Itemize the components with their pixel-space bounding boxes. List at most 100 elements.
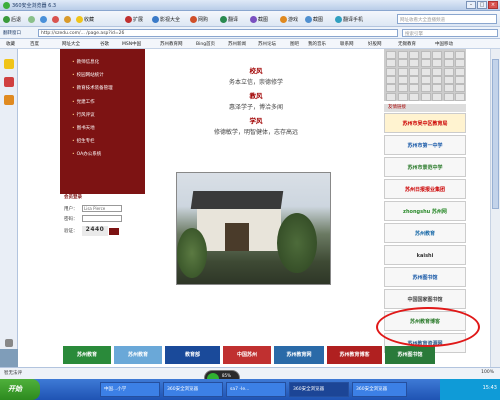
calendar-cell[interactable] [420,59,431,68]
calendar-cell[interactable] [386,67,396,76]
menu-item[interactable]: 党建工作 [72,99,95,105]
calendar-cell[interactable] [397,59,408,68]
maximize-button[interactable]: □ [477,1,487,9]
friend-link[interactable]: 苏州图书馆 [384,267,466,287]
bookmark-item[interactable]: 百度 [30,41,39,47]
bookmark-item[interactable]: 好股网 [368,41,382,47]
reader-icon[interactable] [4,95,14,105]
footer-banner-link[interactable]: 苏州教育博客 [327,346,382,364]
calendar-cell[interactable] [409,92,419,101]
calendar-cell[interactable] [397,92,408,101]
calendar-cell[interactable] [432,59,442,68]
add-sidebar-icon[interactable] [5,339,13,347]
calendar-cell[interactable] [455,59,465,68]
weibo-icon[interactable] [4,77,14,87]
taskbar-window[interactable]: 360安全浏览器 [352,382,407,397]
calendar-cell[interactable] [420,51,431,59]
close-button[interactable]: × [488,1,498,9]
stop-button[interactable] [52,14,59,24]
calendar-cell[interactable] [409,84,419,93]
username-input[interactable]: Lisa Pierce [82,205,122,212]
bookmark-item[interactable]: 苏州论坛 [258,41,276,47]
calendar-cell[interactable] [443,67,454,76]
calendar-cell[interactable] [386,51,396,59]
calendar-cell[interactable] [386,75,396,84]
toolbar-item-5[interactable]: 游戏 [280,14,298,24]
password-input[interactable] [82,215,122,222]
calendar-cell[interactable] [397,75,408,84]
calendar-cell[interactable] [432,92,442,101]
back-button[interactable]: 后退 [3,14,21,24]
calendar-cell[interactable] [443,51,454,59]
friend-link[interactable]: 苏州市第一中学 [384,135,466,155]
login-submit-button[interactable] [109,228,119,235]
url-input[interactable]: http://szedu.com/... /page.asp?id=26 [38,29,398,37]
toolbar-item-1[interactable]: 影视大全 [152,14,180,24]
taskbar-window[interactable]: sa7 -Ie... [226,382,286,397]
calendar-cell[interactable] [386,92,396,101]
footer-banner-link[interactable]: 苏州教育 [63,346,111,364]
calendar-cell[interactable] [443,84,454,93]
menu-item[interactable]: 图书天地 [72,125,95,131]
bookmark-item[interactable]: 苏州教育网 [160,41,183,47]
vertical-scrollbar[interactable] [490,49,500,367]
toolbar-item-6[interactable]: 截图 [305,14,323,24]
calendar-cell[interactable] [455,75,465,84]
toolbar-item-4[interactable]: 截图 [250,14,268,24]
calendar-cell[interactable] [409,75,419,84]
calendar-cell[interactable] [397,51,408,59]
calendar-cell[interactable] [420,75,431,84]
bookmark-item[interactable]: 联系网 [340,41,354,47]
bookmark-item[interactable]: 我的音乐 [308,41,326,47]
bookmark-item[interactable]: Bing首页 [196,41,215,47]
taskbar-window[interactable]: 360安全浏览器 [289,382,349,397]
calendar-cell[interactable] [432,51,442,59]
bookmark-item[interactable]: MSN中国 [122,41,141,47]
refresh-button[interactable] [40,14,47,24]
bookmark-item[interactable]: 中国移动 [435,41,453,47]
calendar-cell[interactable] [409,51,419,59]
calendar-cell[interactable] [409,59,419,68]
address-search-input[interactable]: 搜索引擎 [402,29,498,37]
bookmark-item[interactable]: 无锡教育 [398,41,416,47]
friend-link[interactable]: 苏州日报报业集团 [384,179,466,199]
toolbar-item-7[interactable]: 翻译手机 [335,14,363,24]
friend-link[interactable]: zhongshu 苏州网 [384,201,466,221]
minimize-button[interactable]: – [466,1,476,9]
favorites-star-icon[interactable] [4,59,14,69]
taskbar-window[interactable]: 中国...小学 [100,382,160,397]
calendar-cell[interactable] [420,67,431,76]
friend-link[interactable]: 苏州市吴中区教育局 [384,113,466,133]
calendar-cell[interactable] [455,67,465,76]
footer-banner-link[interactable]: 苏州教育网 [274,346,324,364]
friend-link[interactable]: kaishi [384,245,466,265]
friend-link[interactable]: 苏州市景范中学 [384,157,466,177]
calendar-cell[interactable] [397,84,408,93]
start-button[interactable]: 开始 [0,379,40,400]
forward-button[interactable] [28,14,35,24]
footer-banner-link[interactable]: 苏州教育 [114,346,162,364]
calendar-cell[interactable] [420,84,431,93]
bookmark-item[interactable]: 收藏 [6,41,15,47]
toolbar-item-3[interactable]: 翻译 [220,14,238,24]
zoom-level[interactable]: 100% [481,370,494,375]
calendar-cell[interactable] [386,84,396,93]
menu-item[interactable]: 校园网站统计 [72,72,104,78]
footer-banner-link[interactable]: 中国苏州 [223,346,271,364]
bookmark-item[interactable]: 图吧 [290,41,299,47]
calendar-cell[interactable] [420,92,431,101]
calendar-cell[interactable] [432,75,442,84]
bookmark-item[interactable]: 谷歌 [100,41,109,47]
taskbar-window[interactable]: 360安全浏览器 [163,382,223,397]
calendar-cell[interactable] [409,67,419,76]
footer-banner-link[interactable]: 教育部 [165,346,220,364]
home-button[interactable] [64,14,71,24]
scrollbar-thumb[interactable] [492,59,499,209]
menu-item[interactable]: 教育技术装备管理 [72,85,113,91]
calendar-cell[interactable] [432,67,442,76]
toolbar-search-input[interactable]: 网址收看大全直播频道 [397,14,497,24]
favorites-button[interactable]: 收藏 [76,14,94,24]
footer-banner-link[interactable]: 苏州图书馆 [385,346,435,364]
menu-item[interactable]: 教师信息化 [72,59,100,65]
calendar-cell[interactable] [397,67,408,76]
